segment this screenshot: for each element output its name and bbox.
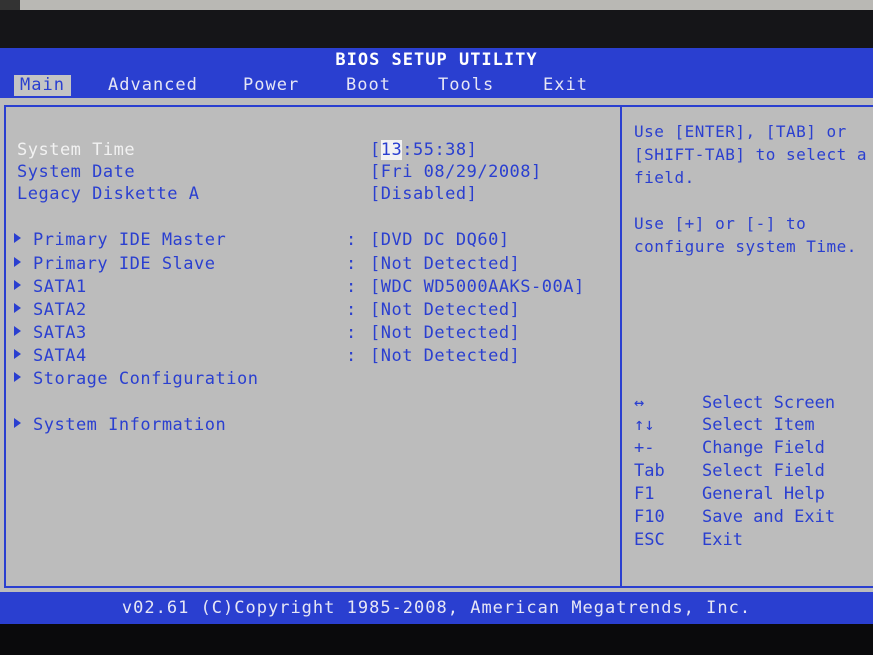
bios-title: BIOS SETUP UTILITY [0, 48, 873, 72]
panel-divider [620, 107, 622, 588]
help-text-configure: Use [+] or [-] to configure system Time. [634, 214, 857, 256]
monitor-bezel [0, 10, 873, 48]
submenu-arrow-icon [14, 349, 21, 359]
up-down-arrow-icon: ↑↓ [634, 415, 655, 435]
plus-minus-key: +- [634, 438, 655, 458]
device-value: [DVD DC DQ60] [370, 230, 510, 250]
help-text-navigation: Use [ENTER], [TAB] or [SHIFT-TAB] to sel… [634, 122, 868, 187]
menu-tab-power[interactable]: Power [243, 72, 299, 98]
device-sata1[interactable]: SATA1 [14, 277, 87, 297]
device-value: [Not Detected] [370, 300, 521, 320]
device-value: [WDC WD5000AAKS-00A] [370, 277, 585, 297]
submenu-arrow-icon [14, 418, 21, 428]
menu-tab-main[interactable]: Main [14, 75, 71, 96]
menu-bar: Main Advanced Power Boot Tools Exit [0, 72, 873, 98]
submenu-arrow-icon [14, 372, 21, 382]
menu-tab-exit[interactable]: Exit [543, 72, 588, 98]
tab-key: Tab [634, 461, 665, 481]
time-cursor[interactable]: 13 [380, 140, 403, 160]
monitor-bezel-bottom [0, 624, 873, 655]
device-sata2[interactable]: SATA2 [14, 300, 87, 320]
submenu-arrow-icon [14, 326, 21, 336]
menu-tab-tools[interactable]: Tools [438, 72, 494, 98]
menu-tab-advanced[interactable]: Advanced [108, 72, 198, 98]
left-right-arrow-icon: ↔ [634, 393, 645, 413]
device-sata4[interactable]: SATA4 [14, 346, 87, 366]
menu-tab-boot[interactable]: Boot [346, 72, 391, 98]
device-value: [Not Detected] [370, 346, 521, 366]
device-value: [Not Detected] [370, 254, 521, 274]
device-primary-ide-slave[interactable]: Primary IDE Slave [14, 254, 216, 274]
legacy-diskette-value[interactable]: [Disabled] [370, 184, 477, 204]
submenu-system-information[interactable]: System Information [14, 415, 226, 435]
submenu-arrow-icon [14, 257, 21, 267]
bios-screen: BIOS SETUP UTILITY Main Advanced Power B… [0, 0, 873, 655]
submenu-arrow-icon [14, 233, 21, 243]
copyright-footer: v02.61 (C)Copyright 1985-2008, American … [0, 592, 873, 624]
submenu-arrow-icon [14, 303, 21, 313]
system-date-value[interactable]: [Fri 08/29/2008] [370, 162, 542, 182]
submenu-storage-configuration[interactable]: Storage Configuration [14, 369, 258, 389]
submenu-arrow-icon [14, 280, 21, 290]
f10-key: F10 [634, 507, 665, 527]
device-sata3[interactable]: SATA3 [14, 323, 87, 343]
top-strip [0, 0, 873, 10]
f1-key: F1 [634, 484, 655, 504]
esc-key: ESC [634, 530, 665, 550]
system-time-value[interactable]: [13:55:38] [370, 140, 477, 160]
device-value: [Not Detected] [370, 323, 521, 343]
system-time-label[interactable]: System Time [17, 140, 135, 160]
device-primary-ide-master[interactable]: Primary IDE Master [14, 230, 226, 250]
system-date-label[interactable]: System Date [17, 162, 135, 182]
main-panel: System Time [13:55:38] System Date [Fri … [0, 98, 873, 592]
legacy-diskette-label[interactable]: Legacy Diskette A [17, 184, 200, 204]
